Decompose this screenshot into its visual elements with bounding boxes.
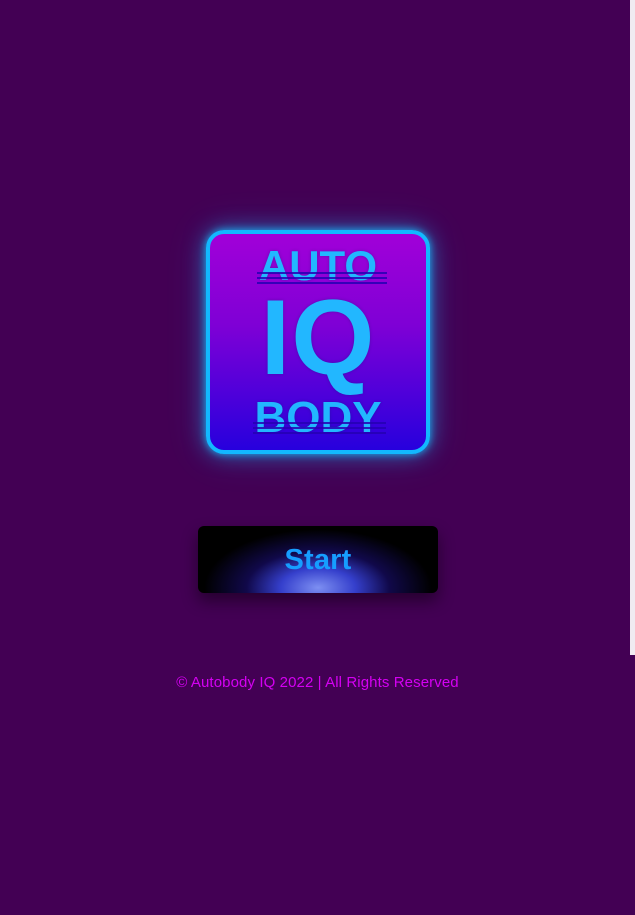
page-scrollbar[interactable] — [630, 0, 635, 655]
start-button-label: Start — [284, 544, 352, 576]
logo-body-text: BODY — [254, 393, 382, 442]
start-button[interactable]: Start — [198, 526, 438, 593]
copyright-footer: © Autobody IQ 2022 | All Rights Reserved — [176, 674, 459, 691]
logo-iq-text: IQ — [260, 277, 376, 397]
autobody-iq-logo: AUTO IQ BODY — [206, 230, 430, 454]
